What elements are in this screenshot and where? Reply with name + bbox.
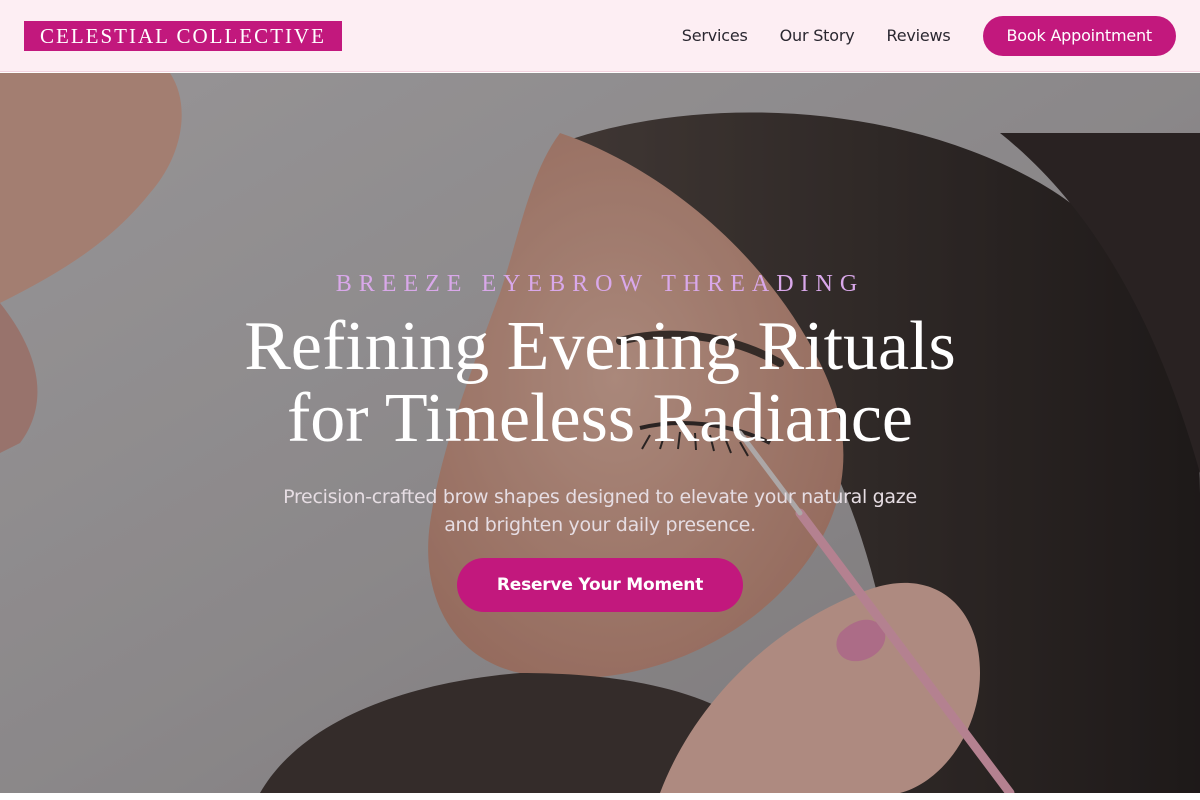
hero-headline: Refining Evening Rituals for Timeless Ra… <box>0 311 1200 455</box>
reserve-moment-button[interactable]: Reserve Your Moment <box>457 558 743 612</box>
hero-section: BREEZE EYEBROW THREADING Refining Evenin… <box>0 73 1200 793</box>
nav-link-reviews[interactable]: Reviews <box>887 26 951 45</box>
hero-headline-line-1: Refining Evening Rituals <box>244 308 956 385</box>
hero-subhead: Precision-crafted brow shapes designed t… <box>283 486 917 536</box>
nav-link-our-story[interactable]: Our Story <box>780 26 855 45</box>
site-header: CELESTIAL COLLECTIVE Services Our Story … <box>0 0 1200 72</box>
book-appointment-button[interactable]: Book Appointment <box>982 15 1176 56</box>
page-bottom-edge <box>0 793 1200 800</box>
nav-link-services[interactable]: Services <box>682 26 748 45</box>
main-nav: Services Our Story Reviews Book Appointm… <box>682 15 1176 56</box>
hero-headline-line-2: for Timeless Radiance <box>286 380 914 457</box>
logo[interactable]: CELESTIAL COLLECTIVE <box>24 20 342 51</box>
hero-content: BREEZE EYEBROW THREADING Refining Evenin… <box>0 73 1200 793</box>
hero-eyebrow: BREEZE EYEBROW THREADING <box>335 271 865 297</box>
